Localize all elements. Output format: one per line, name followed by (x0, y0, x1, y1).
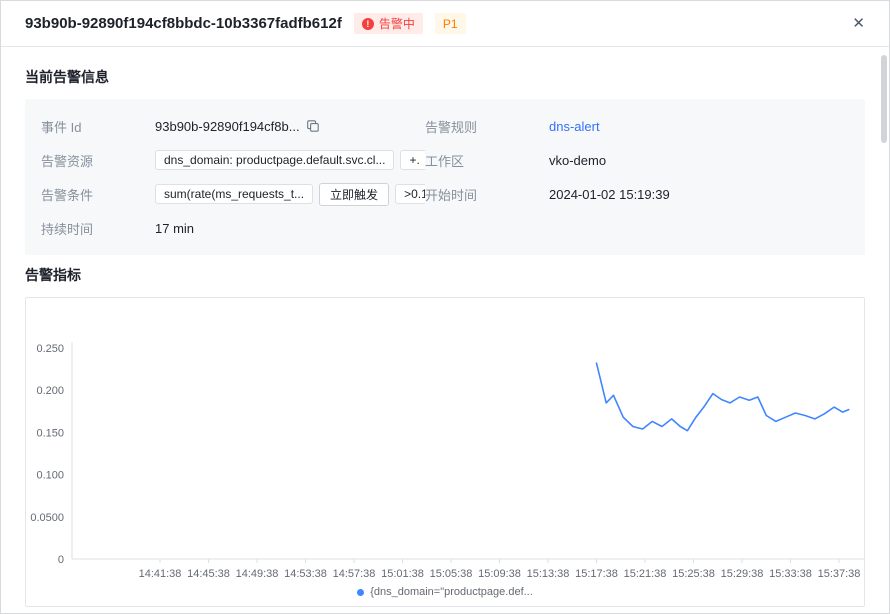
legend-dot-icon (357, 589, 364, 596)
svg-text:15:13:38: 15:13:38 (527, 568, 570, 580)
priority-badge: P1 (435, 13, 466, 34)
threshold-tag: >0.1 (395, 184, 425, 204)
resource-value-wrap: dns_domain: productpage.default.svc.cl..… (155, 148, 425, 172)
status-badge-label: 告警中 (379, 15, 415, 32)
svg-text:0.200: 0.200 (36, 385, 64, 397)
svg-text:15:33:38: 15:33:38 (769, 568, 812, 580)
start-time-value: 2024-01-02 15:19:39 (549, 182, 849, 206)
scrollbar-thumb[interactable] (881, 55, 887, 143)
svg-text:15:09:38: 15:09:38 (478, 568, 521, 580)
svg-text:15:01:38: 15:01:38 (381, 568, 424, 580)
condition-label: 告警条件 (41, 185, 155, 204)
svg-text:15:17:38: 15:17:38 (575, 568, 618, 580)
svg-text:0: 0 (58, 554, 64, 566)
rule-label: 告警规则 (425, 117, 549, 136)
alert-rule-link[interactable]: dns-alert (549, 119, 600, 134)
duration-label: 持续时间 (41, 219, 155, 238)
svg-text:15:05:38: 15:05:38 (430, 568, 473, 580)
svg-text:14:57:38: 14:57:38 (333, 568, 376, 580)
duration-value: 17 min (155, 216, 425, 240)
page-title: 93b90b-92890f194cf8bbdc-10b3367fadfb612f (25, 15, 342, 32)
workspace-label: 工作区 (425, 151, 549, 170)
alert-metrics-chart-card: 0 0.0500 0.100 0.150 0.200 0.250 14:41:38 14:45… (25, 297, 865, 607)
trigger-now-button[interactable]: 立即触发 (319, 183, 389, 206)
condition-value-wrap: sum(rate(ms_requests_t... 立即触发 >0.1 (155, 182, 425, 206)
event-id-value: 93b90b-92890f194cf8b... (155, 119, 300, 134)
svg-text:14:41:38: 14:41:38 (139, 568, 182, 580)
start-time-label: 开始时间 (425, 185, 549, 204)
close-icon[interactable]: ✕ (852, 16, 865, 31)
svg-text:0.150: 0.150 (36, 427, 64, 439)
workspace-value: vko-demo (549, 148, 849, 172)
svg-text:0.0500: 0.0500 (30, 512, 64, 524)
svg-text:14:45:38: 14:45:38 (187, 568, 230, 580)
metrics-section-title: 告警指标 (25, 265, 865, 285)
resource-tag: dns_domain: productpage.default.svc.cl..… (155, 150, 394, 170)
alert-status-icon (362, 18, 374, 30)
resource-more-tag[interactable]: +. (400, 150, 425, 170)
svg-text:15:29:38: 15:29:38 (721, 568, 764, 580)
panel-header: 93b90b-92890f194cf8bbdc-10b3367fadfb612f… (1, 1, 889, 47)
copy-icon[interactable] (306, 119, 320, 133)
event-id-value-wrap: 93b90b-92890f194cf8b... (155, 114, 425, 138)
vertical-scrollbar[interactable] (880, 49, 888, 611)
alert-info-panel: 事件 Id 93b90b-92890f194cf8b... 告警规则 dns-a… (25, 99, 865, 255)
chart-legend[interactable]: {dns_domain="productpage.def... (26, 582, 864, 598)
alert-detail-panel: 93b90b-92890f194cf8bbdc-10b3367fadfb612f… (0, 0, 890, 614)
panel-body: 当前告警信息 事件 Id 93b90b-92890f194cf8b... 告警规… (1, 47, 889, 607)
svg-text:15:25:38: 15:25:38 (672, 568, 715, 580)
current-alert-section-title: 当前告警信息 (25, 67, 865, 87)
svg-text:15:21:38: 15:21:38 (624, 568, 667, 580)
status-badge: 告警中 (354, 13, 423, 34)
alert-metrics-chart: 0 0.0500 0.100 0.150 0.200 0.250 14:41:38 14:45… (26, 314, 868, 582)
condition-expr-tag: sum(rate(ms_requests_t... (155, 184, 313, 204)
svg-text:14:53:38: 14:53:38 (284, 568, 327, 580)
resource-label: 告警资源 (41, 151, 155, 170)
svg-text:15:37:38: 15:37:38 (818, 568, 861, 580)
svg-text:14:49:38: 14:49:38 (236, 568, 279, 580)
svg-text:0.250: 0.250 (36, 343, 64, 355)
svg-text:0.100: 0.100 (36, 470, 64, 482)
legend-label: {dns_domain="productpage.def... (370, 586, 533, 598)
event-id-label: 事件 Id (41, 117, 155, 136)
